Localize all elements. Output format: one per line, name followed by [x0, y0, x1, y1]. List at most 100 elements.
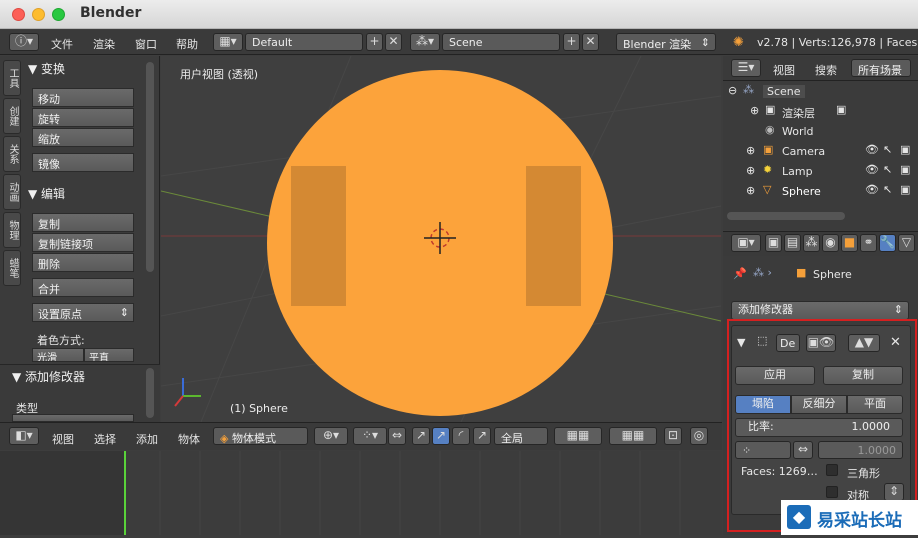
edit-panel-header[interactable]: ▼ 编辑	[28, 185, 65, 202]
collapse-icon[interactable]: ⊖	[728, 84, 737, 97]
join-button[interactable]: 合并	[32, 278, 134, 297]
tab-relations[interactable]: 关系	[3, 136, 21, 172]
render-tab-icon[interactable]: ▣	[765, 234, 782, 252]
scale-manipulator-button[interactable]: ◜	[452, 427, 470, 445]
expand-icon[interactable]: ⊕	[750, 104, 759, 117]
add-layout-button[interactable]: +	[366, 33, 383, 51]
manipulator-toggle[interactable]: ⇔	[388, 427, 406, 445]
interaction-mode-select[interactable]: ◈ 物体模式	[213, 427, 308, 445]
viewport-menu-view[interactable]: 视图	[52, 431, 74, 447]
renderable-camera-icon[interactable]: ▣	[900, 163, 910, 176]
renderable-camera-icon[interactable]: ▣	[900, 143, 910, 156]
add-scene-button[interactable]: +	[563, 33, 580, 51]
operator-panel-scrollbar[interactable]	[146, 368, 154, 418]
expand-icon[interactable]: ⊕	[746, 144, 755, 157]
rotate-button[interactable]: 旋转	[32, 108, 134, 127]
menu-render[interactable]: 渲染	[93, 36, 115, 52]
menu-window[interactable]: 窗口	[135, 36, 157, 52]
zoom-window-button[interactable]	[52, 8, 65, 21]
world-tab-icon[interactable]: ◉	[822, 234, 839, 252]
outliner-row-sphere[interactable]: ⊕ ▽ Sphere 👁 ↖ ▣	[723, 183, 918, 203]
scene-field[interactable]: Scene	[442, 33, 560, 51]
scene-icon: ⁂ ›	[753, 266, 772, 279]
delete-button[interactable]: 删除	[32, 253, 134, 272]
outliner-menu-view[interactable]: 视图	[773, 62, 795, 78]
blender-logo-icon: ✺	[733, 35, 744, 50]
mirror-button[interactable]: 镜像	[32, 153, 134, 172]
constraints-tab-icon[interactable]: ⚭	[860, 234, 877, 252]
layers-block-2[interactable]: ▦▦	[609, 427, 657, 445]
solid-sphere-icon: ⊕▾	[322, 428, 340, 442]
editor-type-properties-button[interactable]: ▣▾	[731, 234, 761, 252]
screen-layout-selector[interactable]: ▦▾	[213, 33, 243, 51]
renderable-camera-icon[interactable]: ▣	[900, 183, 910, 196]
selectable-cursor-icon[interactable]: ↖	[883, 183, 892, 196]
visibility-eye-icon[interactable]: 👁	[865, 163, 879, 176]
translate-manipulator-button[interactable]: ↗	[412, 427, 430, 445]
add-modifier-panel-header[interactable]: ▼ 添加修改器	[12, 368, 85, 385]
remove-layout-button[interactable]: ✕	[385, 33, 402, 51]
render-preview-button[interactable]: ◎	[690, 427, 708, 445]
screen-layout-field[interactable]: Default	[245, 33, 363, 51]
pin-icon[interactable]: 📌	[733, 267, 747, 280]
move-button[interactable]: 移动	[32, 88, 134, 107]
data-tab-icon[interactable]: ▽	[898, 234, 915, 252]
tab-animation[interactable]: 动画	[3, 174, 21, 210]
tab-physics[interactable]: 物理	[3, 212, 21, 248]
tab-tools[interactable]: 工具	[3, 60, 21, 96]
close-window-button[interactable]	[12, 8, 25, 21]
visibility-eye-icon[interactable]: 👁	[865, 183, 879, 196]
flat-shading-button[interactable]: 平直	[84, 348, 134, 362]
render-layers-tab-icon[interactable]: ▤	[784, 234, 801, 252]
outliner-row-world[interactable]: ◉ World	[723, 123, 918, 143]
scene-selector[interactable]: ⁂▾	[410, 33, 440, 51]
menu-help[interactable]: 帮助	[176, 36, 198, 52]
tool-shelf-scrollbar[interactable]	[146, 62, 154, 272]
editor-type-info-button[interactable]: ⓘ▾	[9, 33, 39, 51]
object-tab-icon[interactable]: ■	[841, 234, 858, 252]
menu-file[interactable]: 文件	[51, 36, 73, 52]
outliner-display-select[interactable]: 所有场景	[851, 59, 911, 77]
transform-orientation-select[interactable]: 全局	[494, 427, 548, 445]
selectable-cursor-icon[interactable]: ↖	[883, 143, 892, 156]
set-origin-select[interactable]: 设置原点 ⇕	[32, 303, 134, 322]
smooth-shading-button[interactable]: 光滑	[32, 348, 84, 362]
selectable-cursor-icon[interactable]: ↖	[883, 163, 892, 176]
remove-scene-button[interactable]: ✕	[582, 33, 599, 51]
lock-layers-button[interactable]: ⊡	[664, 427, 682, 445]
expand-icon[interactable]: ⊕	[746, 164, 755, 177]
transform-orientation-icon-button[interactable]: ↗	[473, 427, 491, 445]
viewport-menu-add[interactable]: 添加	[136, 431, 158, 447]
3d-viewport[interactable]	[161, 56, 721, 422]
scale-button[interactable]: 缩放	[32, 128, 134, 147]
minimize-window-button[interactable]	[32, 8, 45, 21]
viewport-menu-select[interactable]: 选择	[94, 431, 116, 447]
rotate-manipulator-button[interactable]: ↗	[432, 427, 450, 445]
transform-panel-header[interactable]: ▼ 变换	[28, 60, 65, 77]
pivot-point-select[interactable]: ⁘▾	[353, 427, 387, 445]
modifier-type-select[interactable]	[12, 414, 134, 422]
outliner-row-render-layers[interactable]: ⊕ ▣ 渲染层 ▣	[723, 103, 918, 123]
scene-tab-icon[interactable]: ⁂	[803, 234, 820, 252]
timeline-area[interactable]	[0, 451, 722, 535]
outliner-row-camera[interactable]: ⊕ ▣ Camera 👁 ↖ ▣	[723, 143, 918, 163]
outliner-menu-search[interactable]: 搜索	[815, 62, 837, 78]
render-engine-select[interactable]: Blender 渲染 ⇕	[616, 33, 716, 51]
editor-type-3d-button[interactable]: ◧▾	[9, 427, 39, 445]
editor-type-outliner-button[interactable]: ☰▾	[731, 59, 761, 77]
tab-create[interactable]: 创建	[3, 98, 21, 134]
modifiers-wrench-icon[interactable]: 🔧	[879, 234, 896, 252]
plus-icon: +	[369, 34, 380, 48]
expand-icon[interactable]: ⊕	[746, 184, 755, 197]
layers-block-1[interactable]: ▦▦	[554, 427, 602, 445]
viewport-menu-object[interactable]: 物体	[178, 431, 200, 447]
outliner-row-lamp[interactable]: ⊕ ✹ Lamp 👁 ↖ ▣	[723, 163, 918, 183]
tab-grease-pencil[interactable]: 蜡笔	[3, 250, 21, 286]
duplicate-linked-button[interactable]: 复制链接项	[32, 233, 134, 252]
duplicate-button[interactable]: 复制	[32, 213, 134, 232]
add-modifier-select[interactable]: 添加修改器 ⇕	[731, 301, 909, 320]
outliner-row-scene[interactable]: ⊖ ⁂ Scene	[723, 83, 918, 103]
viewport-shading-select[interactable]: ⊕▾	[314, 427, 348, 445]
visibility-eye-icon[interactable]: 👁	[865, 143, 879, 156]
outliner-scrollbar[interactable]	[727, 212, 845, 220]
